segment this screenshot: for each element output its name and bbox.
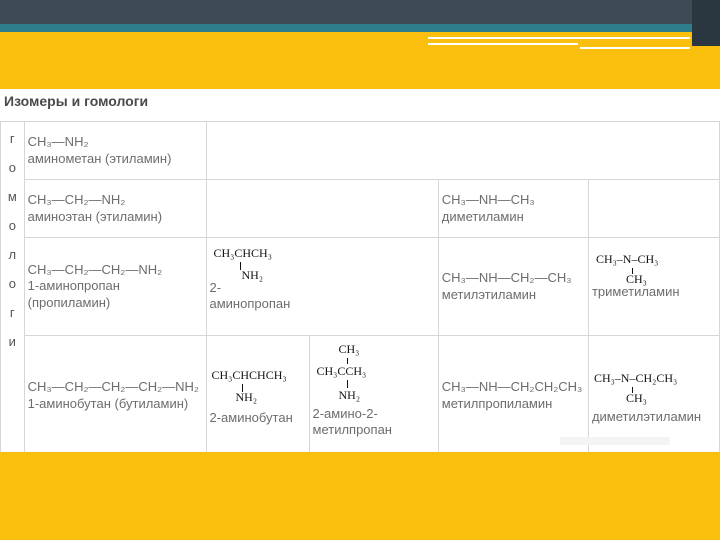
table-row: CH₃—CH₂—CH₂—CH₂—NH₂ 1-аминобутан (бутила… [1,335,720,452]
cell-isomer: CH₃CHCHCH₃ NH₂ 2-аминобутан [205,335,310,452]
side-label: г о м о л о г и [0,121,25,452]
table-row: г о м о л о г и CH₃—NH₂ аминометан (этил… [0,121,720,452]
struct-main-chain: CH₃–N–CH₂CH₃ [593,371,678,386]
side-letter: м [7,189,17,204]
cell-empty [205,121,720,180]
table-row: CH₃—CH₂—CH₂—NH₂ 1-аминопропан (пропилами… [1,237,720,336]
scan-artifact [560,437,670,445]
structural-formula: CH₃CHCHCH₃ NH₂ [210,364,306,410]
compound-name-alt: метилпропан [312,422,393,438]
slide-content: Изомеры и гомологи г о м о л о г и CH₃—N… [0,89,720,452]
structural-formula: CH₃ CH₃CCH₃ NH₂ [313,338,433,406]
compound-name: 1-аминобутан (бутиламин) [27,395,189,411]
side-letter: о [8,160,16,175]
compound-name: 2-аминобутан [209,410,293,426]
side-letter: о [8,218,16,233]
top-yellow-band [0,32,720,89]
side-letter: л [8,247,17,262]
bottom-yellow-band [0,452,720,540]
side-letter: г [9,131,15,146]
top-dark-bar [0,0,720,24]
side-letter: г [9,305,15,320]
compound-name: диметилэтиламин [591,409,702,425]
cell-secondary-amine: CH₃—NH—CH₃ диметиламин [437,179,589,238]
table-heading: Изомеры и гомологи [4,93,149,109]
struct-main-chain: CH₃–N–CH₃ [595,252,659,266]
formula: CH₃—CH₂—NH₂ [27,192,126,208]
cell-primary-amine: CH₃—NH₂ аминометан (этиламин) [23,121,207,180]
cell-primary-amine: CH₃—CH₂—CH₂—NH₂ 1-аминопропан (пропилами… [23,237,207,336]
top-teal-band [0,24,720,32]
compound-name: триметиламин [591,284,680,299]
bond-line [346,380,348,388]
compound-name: метилэтиламин [441,286,537,302]
struct-main-chain: CH₃CHCH₃ [213,246,272,260]
formula: CH₃—NH—CH₂CH₂CH₃ [441,379,583,395]
cell-isomer: CH₃CHCH₃ NH₂ 2- аминопропан [205,237,439,336]
formula: CH₃—CH₂—CH₂—NH₂ [27,262,163,278]
table-row: CH₃—CH₂—NH₂ аминоэтан (этиламин) CH₃—NH—… [1,179,720,238]
cell-empty [205,179,439,238]
struct-substituent: NH₂ [338,388,361,402]
cell-isomer: CH₃ CH₃CCH₃ NH₂ 2-амино-2- метилпропан [308,335,439,452]
structural-formula: CH₃CHCH₃ NH₂ [210,240,310,282]
decor-stripe [428,43,578,45]
struct-substituent: NH₂ [235,390,258,405]
compound-name: 1-аминопропан [27,278,120,294]
formula: CH₃—CH₂—CH₂—CH₂—NH₂ [27,379,199,395]
struct-substituent: CH₃ [625,272,647,286]
cell-primary-amine: CH₃—CH₂—CH₂—CH₂—NH₂ 1-аминобутан (бутила… [23,335,207,452]
decor-stripe [580,47,690,49]
structural-formula: CH₃–N–CH₃ CH₃ [592,240,702,286]
cell-tertiary-amine: CH₃–N–CH₃ CH₃ триметиламин [587,237,720,336]
formula: CH₃—NH—CH₂—CH₃ [441,270,572,286]
structural-formula: CH₃–N–CH₂CH₃ CH₃ [592,365,716,409]
formula: CH₃—NH₂ [27,134,89,150]
cell-tertiary-amine: CH₃–N–CH₂CH₃ CH₃ диметилэтиламин [587,335,720,452]
struct-substituent: CH₃ [625,391,647,406]
decor-stripe [428,37,690,39]
compound-name: аминоэтан (этиламин) [27,208,163,224]
compound-name: метилпропиламин [441,395,553,411]
compound-name: аминометан (этиламин) [27,150,172,166]
cell-primary-amine: CH₃—CH₂—NH₂ аминоэтан (этиламин) [23,179,207,238]
side-letter: о [8,276,16,291]
struct-top-methyl: CH₃ [338,342,360,356]
compound-name-alt: аминопропан [209,296,291,312]
compound-name-alt: (пропиламин) [27,294,111,310]
struct-main-chain: CH₃CCH₃ [316,364,367,378]
bond-line [239,262,241,270]
side-letter: и [8,334,16,349]
cell-secondary-amine: CH₃—NH—CH₂—CH₃ метилэтиламин [437,237,589,336]
formula: CH₃—NH—CH₃ [441,192,535,208]
corner-decoration [692,0,720,46]
compound-name: диметиламин [441,208,524,224]
cell-empty [587,179,720,238]
isomers-table: г о м о л о г и CH₃—NH₂ аминометан (этил… [0,121,720,452]
compound-name: 2-амино-2- [312,406,378,421]
struct-substituent: NH₂ [241,268,264,282]
cell-secondary-amine: CH₃—NH—CH₂CH₂CH₃ метилпропиламин [437,335,589,452]
struct-main-chain: CH₃CHCHCH₃ [211,368,287,383]
